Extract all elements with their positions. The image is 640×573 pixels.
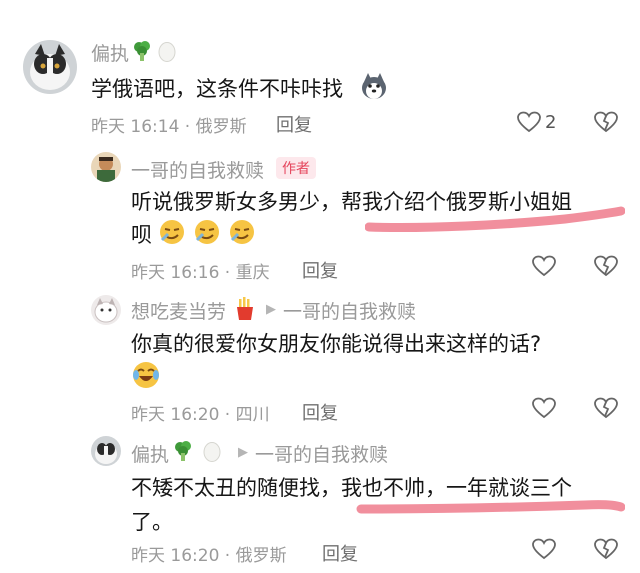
cry-laugh-emoji-icon <box>131 360 161 394</box>
comment-username[interactable]: 偏执 <box>91 39 129 66</box>
comment-meta: 昨天 16:16 · 重庆 <box>131 263 270 283</box>
fries-icon <box>235 297 255 325</box>
avatar-cat[interactable] <box>23 40 77 94</box>
broken-heart-icon[interactable] <box>594 255 618 281</box>
heart-outline-icon[interactable] <box>532 255 556 281</box>
heart-outline-icon[interactable] <box>532 538 556 564</box>
husky-emoji-icon <box>360 72 388 104</box>
reply-button[interactable]: 回复 <box>322 540 358 566</box>
reply-to-username[interactable]: 一哥的自我救赎 <box>283 297 416 324</box>
avatar-cat[interactable] <box>91 436 121 466</box>
broken-heart-icon[interactable] <box>594 397 618 423</box>
like-count: 2 <box>545 112 557 133</box>
comment-username[interactable]: 偏执 <box>131 440 169 467</box>
smirk-emoji-icon <box>158 218 186 250</box>
avatar-author[interactable] <box>91 152 121 182</box>
comment-text: 你真的很爱你女朋友你能说得出来这样的话? <box>131 332 542 356</box>
reply-arrow-icon: ▶ <box>238 445 248 460</box>
heart-outline-icon[interactable] <box>517 111 541 137</box>
comment-meta: 昨天 16:14 · 俄罗斯 <box>91 117 247 137</box>
reply-arrow-icon: ▶ <box>266 302 276 317</box>
heart-outline-icon[interactable] <box>532 397 556 423</box>
comment-text-line2: 呗 <box>131 223 152 247</box>
comment-username[interactable]: 一哥的自我救赎 <box>131 156 264 183</box>
smirk-emoji-icon <box>228 218 256 250</box>
comment-username[interactable]: 想吃麦当劳 <box>131 297 226 324</box>
comment-text-line1: 不矮不太丑的随便找，我也不帅，一年就谈三个 <box>131 476 572 500</box>
reply-button[interactable]: 回复 <box>276 111 312 137</box>
broken-heart-icon[interactable] <box>594 538 618 564</box>
egg-icon <box>158 41 176 66</box>
comment-meta: 昨天 16:20 · 俄罗斯 <box>131 546 287 566</box>
reply-button[interactable]: 回复 <box>302 399 338 425</box>
comment-meta: 昨天 16:20 · 四川 <box>131 405 270 425</box>
author-badge: 作者 <box>276 157 316 179</box>
comment-text-line2: 了。 <box>131 510 173 534</box>
avatar-user[interactable] <box>91 295 121 325</box>
comment-text-line1: 听说俄罗斯女多男少，帮我介绍个俄罗斯小姐姐 <box>131 190 572 214</box>
reply-button[interactable]: 回复 <box>302 257 338 283</box>
broken-heart-icon[interactable] <box>594 111 618 137</box>
broccoli-icon <box>131 40 153 66</box>
reply-to-username[interactable]: 一哥的自我救赎 <box>255 440 388 467</box>
egg-icon <box>203 441 221 466</box>
broccoli-icon <box>172 440 194 466</box>
comment-text: 学俄语吧，这条件不咔咔找 <box>91 77 343 101</box>
smirk-emoji-icon <box>193 218 221 250</box>
